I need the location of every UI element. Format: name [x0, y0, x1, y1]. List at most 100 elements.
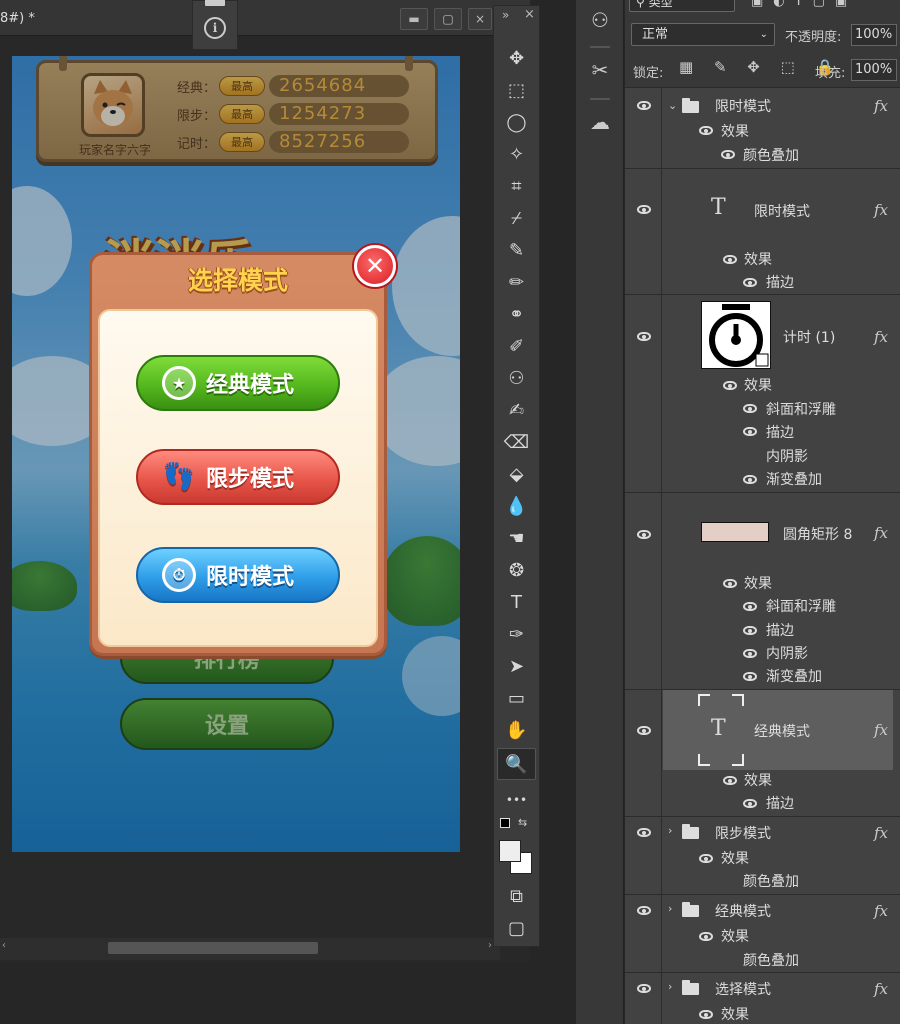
type-tool-icon[interactable]: T	[494, 586, 539, 618]
zoom-tool-icon[interactable]: 🔍	[497, 748, 536, 780]
healing-tool-icon[interactable]: ⚭	[494, 298, 539, 330]
blur-tool-icon[interactable]: 💧	[494, 490, 539, 522]
blend-mode-dropdown[interactable]: 正常 ⌄	[631, 23, 775, 46]
collapse-panel-icon[interactable]: »	[502, 8, 509, 22]
close-dialog-button[interactable]: ✕	[354, 245, 396, 287]
layer-text-time-mode[interactable]: T 限时模式 fx 效果 描边	[625, 169, 900, 294]
document-tab-title[interactable]: 8#) *	[0, 11, 35, 26]
fx-icon[interactable]: fx	[874, 524, 888, 542]
layer-group-classic-mode[interactable]: › 经典模式 fx 效果 颜色叠加	[625, 895, 900, 972]
chevron-right-icon[interactable]: ›	[668, 824, 672, 837]
time-mode-button[interactable]: ⏱ 限时模式	[136, 547, 340, 603]
fx-icon[interactable]: fx	[874, 201, 888, 219]
smudge-tool-icon[interactable]: ☚	[494, 522, 539, 554]
visibility-eye-icon[interactable]	[743, 278, 757, 287]
opacity-input[interactable]: 100%	[851, 24, 897, 46]
visibility-eye-icon[interactable]	[637, 726, 651, 735]
layer-group-time-mode[interactable]: ⌄ 限时模式 fx 效果 颜色叠加	[625, 88, 900, 168]
pen-tool-icon[interactable]: ✑	[494, 618, 539, 650]
more-tools-icon[interactable]: •••	[494, 784, 539, 816]
close-panel-icon[interactable]: ×	[524, 7, 535, 22]
screen-mode-icon[interactable]: ▢	[494, 912, 539, 944]
horizontal-scroll-thumb[interactable]	[108, 942, 318, 954]
scroll-left-icon[interactable]: ‹	[2, 940, 6, 951]
layer-filter-icons[interactable]: ▣◐T▢▣	[751, 0, 857, 9]
adjustments-panel-icon[interactable]: ✂	[584, 54, 616, 86]
visibility-eye-icon[interactable]	[743, 404, 757, 413]
sponge-tool-icon[interactable]: ❂	[494, 554, 539, 586]
fx-icon[interactable]: fx	[874, 902, 888, 920]
close-window-button[interactable]: ×	[468, 8, 492, 30]
visibility-eye-icon[interactable]	[743, 672, 757, 681]
fx-icon[interactable]: fx	[874, 97, 888, 115]
visibility-eye-icon[interactable]	[699, 1010, 713, 1019]
chevron-right-icon[interactable]: ›	[668, 902, 672, 915]
visibility-eye-icon[interactable]	[637, 530, 651, 539]
visibility-eye-icon[interactable]	[723, 381, 737, 390]
visibility-eye-icon[interactable]	[723, 776, 737, 785]
visibility-eye-icon[interactable]	[723, 255, 737, 264]
layer-rounded-rectangle[interactable]: 圆角矩形 8 fx 效果 斜面和浮雕 描边 内阴影 渐变叠加	[625, 493, 900, 689]
fx-icon[interactable]: fx	[874, 824, 888, 842]
visibility-eye-icon[interactable]	[699, 932, 713, 941]
marquee-tool-icon[interactable]: ⬚	[494, 74, 539, 106]
effect-stroke: 描边	[766, 623, 794, 639]
fx-icon[interactable]: fx	[874, 721, 888, 739]
info-icon[interactable]: i	[204, 17, 226, 39]
layer-smart-object-timer[interactable]: 计时 (1) fx 效果 斜面和浮雕 描边 内阴影 渐变叠加	[625, 295, 900, 492]
clone-stamp-tool-icon[interactable]: ⚇	[494, 362, 539, 394]
visibility-eye-icon[interactable]	[637, 906, 651, 915]
swap-colors-icon[interactable]: ⇆	[518, 816, 527, 829]
visibility-eye-icon[interactable]	[743, 427, 757, 436]
classic-mode-button[interactable]: ★ 经典模式	[136, 355, 340, 411]
visibility-eye-icon[interactable]	[637, 205, 651, 214]
layer-text-classic-mode[interactable]: T 经典模式 fx 效果 描边	[625, 690, 900, 816]
visibility-eye-icon[interactable]	[637, 828, 651, 837]
magic-wand-tool-icon[interactable]: ✧	[494, 138, 539, 170]
eraser-tool-icon[interactable]: ⌫	[494, 426, 539, 458]
fx-icon[interactable]: fx	[874, 980, 888, 998]
default-colors-icon[interactable]	[500, 818, 510, 828]
layer-group-step-mode[interactable]: › 限步模式 fx 效果 颜色叠加	[625, 817, 900, 894]
scroll-right-icon[interactable]: ›	[488, 940, 492, 951]
kind-filter-dropdown[interactable]: ⚲ 类型	[629, 0, 735, 12]
visibility-eye-icon[interactable]	[743, 475, 757, 484]
visibility-eye-icon[interactable]	[743, 799, 757, 808]
path-select-tool-icon[interactable]: ➤	[494, 650, 539, 682]
move-tool-icon[interactable]: ✥	[494, 42, 539, 74]
minimize-button[interactable]: ▬	[400, 8, 428, 30]
layer-group-select-mode[interactable]: › 选择模式 fx 效果	[625, 973, 900, 1024]
rectangle-tool-icon[interactable]: ▭	[494, 682, 539, 714]
libraries-panel-icon[interactable]: ☁	[584, 106, 616, 138]
visibility-eye-icon[interactable]	[699, 854, 713, 863]
visibility-eye-icon[interactable]	[743, 626, 757, 635]
artboard-canvas[interactable]: 玩家名字六字 经典： 最高 2654684 限步： 最高 1254273 记时：…	[12, 56, 460, 852]
chevron-down-icon[interactable]: ⌄	[668, 99, 677, 112]
quick-mask-icon[interactable]: ⧉	[494, 880, 539, 912]
hand-tool-icon[interactable]: ✋	[494, 714, 539, 746]
fx-icon[interactable]: fx	[874, 328, 888, 346]
eyedropper-tool-icon[interactable]: ⌿	[494, 202, 539, 234]
mixer-brush-tool-icon[interactable]: ✐	[494, 330, 539, 362]
step-mode-button[interactable]: 👣 限步模式	[136, 449, 340, 505]
chevron-right-icon[interactable]: ›	[668, 980, 672, 993]
fill-input[interactable]: 100%	[851, 59, 897, 81]
info-panel-button[interactable]: i	[192, 0, 238, 50]
visibility-eye-icon[interactable]	[637, 984, 651, 993]
brush-tool-icon[interactable]: ✎	[494, 234, 539, 266]
stamp-panel-icon[interactable]: ⚇	[584, 4, 616, 36]
visibility-eye-icon[interactable]	[637, 101, 651, 110]
lasso-tool-icon[interactable]: ◯	[494, 106, 539, 138]
visibility-eye-icon[interactable]	[721, 150, 735, 159]
visibility-eye-icon[interactable]	[743, 602, 757, 611]
visibility-eye-icon[interactable]	[723, 579, 737, 588]
crop-tool-icon[interactable]: ⌗	[494, 170, 539, 202]
pencil-tool-icon[interactable]: ✏	[494, 266, 539, 298]
visibility-eye-icon[interactable]	[699, 126, 713, 135]
paint-bucket-tool-icon[interactable]: ⬙	[494, 458, 539, 490]
visibility-eye-icon[interactable]	[743, 649, 757, 658]
maximize-button[interactable]: ▢	[434, 8, 462, 30]
history-brush-tool-icon[interactable]: ✍	[494, 394, 539, 426]
foreground-color-swatch[interactable]	[499, 840, 521, 862]
visibility-eye-icon[interactable]	[637, 332, 651, 341]
